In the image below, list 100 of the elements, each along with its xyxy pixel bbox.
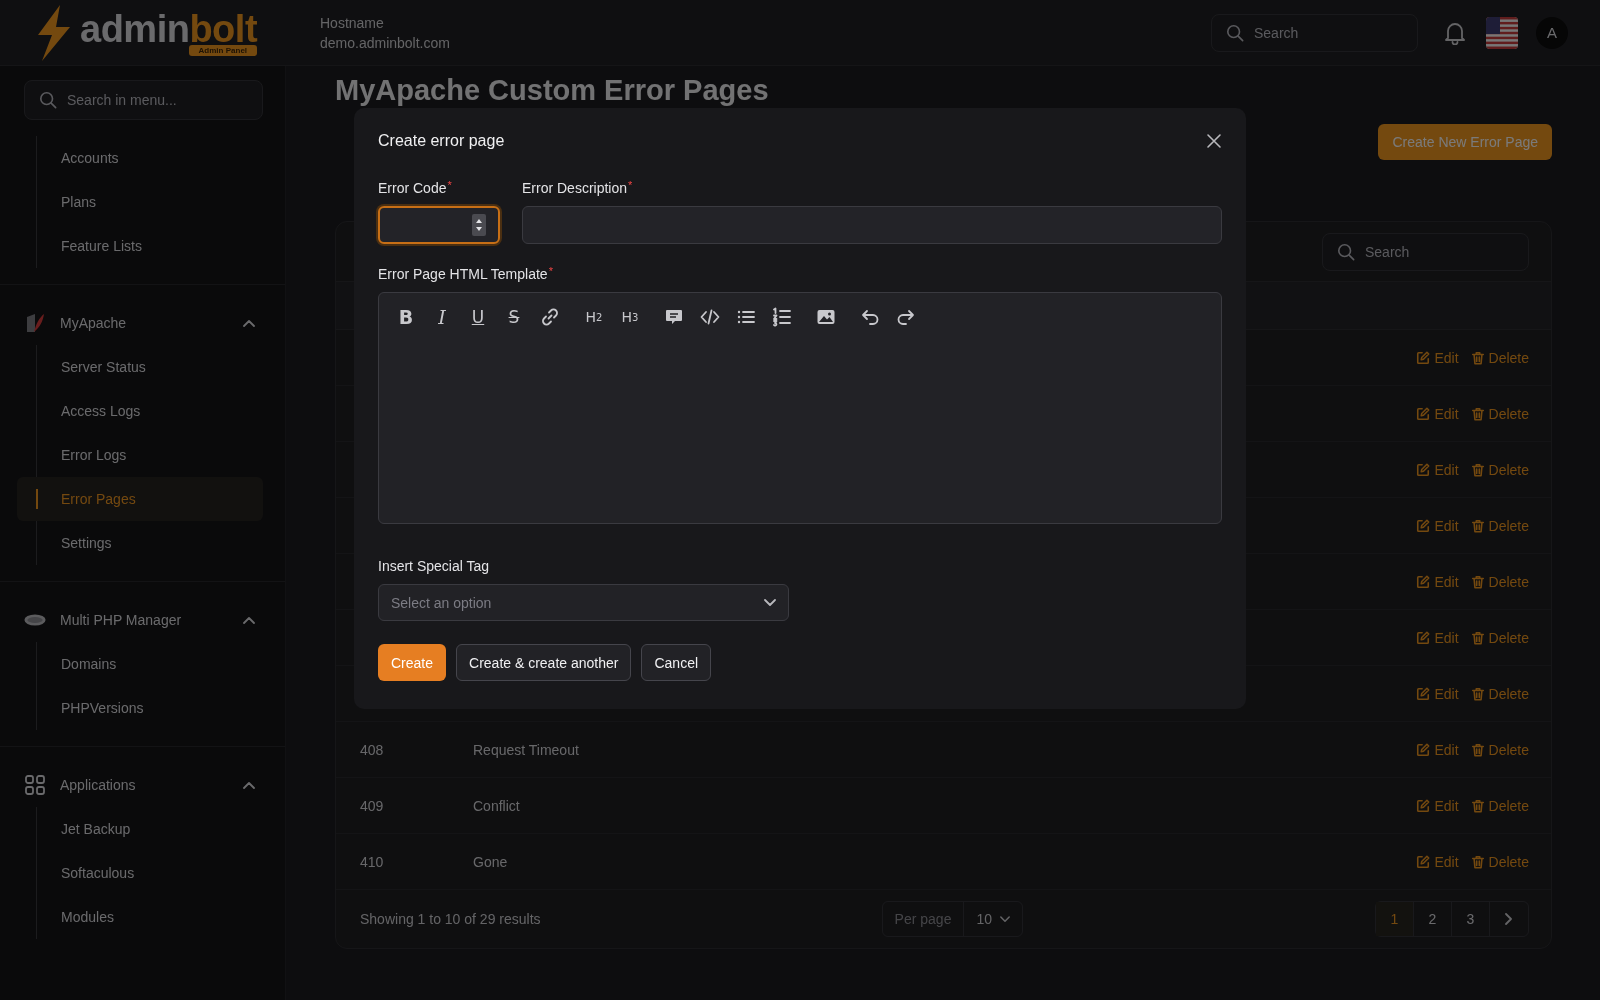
apache-feather-icon	[24, 312, 46, 334]
search-icon	[1337, 242, 1355, 261]
hostname-label: Hostname	[320, 14, 385, 31]
page-title: MyApache Custom Error Pages	[335, 74, 769, 107]
trash-icon	[1470, 854, 1485, 869]
menu-search-field[interactable]: Search in menu...	[24, 80, 263, 120]
edit-link[interactable]: Edit	[1416, 741, 1459, 758]
code-icon[interactable]	[700, 307, 720, 327]
delete-link[interactable]: Delete	[1470, 405, 1529, 422]
delete-link[interactable]: Delete	[1470, 629, 1529, 646]
number-input-field[interactable]	[378, 206, 500, 244]
table-cell-text: Gone	[473, 853, 509, 870]
secondary-button[interactable]: Cancel	[641, 644, 712, 681]
sidebar-item[interactable]: Softaculous	[37, 851, 263, 895]
page-button[interactable]: 1	[1376, 902, 1414, 936]
numbered-list-icon[interactable]	[772, 307, 792, 327]
table-cell-text: Request Timeout	[473, 741, 580, 758]
link-icon[interactable]	[540, 307, 560, 327]
sidebar-item[interactable]: Plans	[37, 180, 263, 224]
field-label: Error Page HTML Template$^{*}$	[378, 266, 554, 282]
sidebar-item[interactable]: Modules	[37, 895, 263, 939]
trash-icon	[1470, 518, 1485, 533]
sidebar-group-header[interactable]: Multi PHP Manager	[0, 598, 285, 642]
required-mark: *	[628, 179, 633, 191]
sidebar-item[interactable]: Settings	[37, 521, 263, 565]
table-search-field[interactable]: Search	[1322, 232, 1529, 271]
edit-link[interactable]: Edit	[1416, 629, 1459, 646]
bold-button[interactable]: B	[391, 305, 421, 329]
delete-link[interactable]: Delete	[1470, 573, 1529, 590]
field-label: Error Code$^{*}$	[378, 180, 453, 196]
edit-link[interactable]: Edit	[1416, 517, 1459, 534]
results-summary: Showing 1 to 10 of 29 results	[360, 911, 542, 927]
sidebar-item[interactable]: Accounts	[37, 136, 263, 180]
trash-icon	[1470, 686, 1485, 701]
search-field[interactable]: Search	[1211, 13, 1418, 52]
table-cell-text: Conflict	[473, 797, 521, 814]
chevron-down-icon	[1000, 915, 1010, 923]
user-avatar[interactable]: A	[1536, 16, 1568, 49]
edit-link[interactable]: Edit	[1416, 573, 1459, 590]
field-label: Insert Special Tag	[378, 558, 491, 574]
edit-link[interactable]: Edit	[1416, 461, 1459, 478]
search-icon	[39, 91, 57, 109]
required-mark: *	[548, 265, 553, 277]
image-icon[interactable]	[816, 307, 836, 327]
sidebar-item[interactable]: PHPVersions	[37, 686, 263, 730]
edit-link[interactable]: Edit	[1416, 853, 1459, 870]
trash-icon	[1470, 574, 1485, 589]
delete-link[interactable]: Delete	[1470, 685, 1529, 702]
trash-icon	[1470, 742, 1485, 757]
page-button[interactable]: 2	[1414, 902, 1452, 936]
sidebar-item[interactable]: Error Logs	[37, 433, 263, 477]
trash-icon	[1470, 462, 1485, 477]
delete-link[interactable]: Delete	[1470, 797, 1529, 814]
search-icon	[1226, 23, 1244, 42]
sidebar-group-header[interactable]: Applications	[0, 763, 285, 807]
spinner-arrows-icon	[472, 214, 486, 236]
redo-icon[interactable]	[896, 307, 916, 327]
sidebar-item[interactable]: Jet Backup	[37, 807, 263, 851]
delete-link[interactable]: Delete	[1470, 741, 1529, 758]
page-button[interactable]: 3	[1452, 902, 1490, 936]
secondary-button[interactable]: Create & create another	[456, 644, 632, 681]
chevron-right-icon	[1505, 913, 1513, 925]
undo-icon[interactable]	[860, 307, 880, 327]
bell-icon[interactable]	[1444, 20, 1466, 45]
speech-bubble-icon[interactable]	[664, 307, 684, 327]
field-label: Error Description$^{*}$	[522, 180, 634, 196]
select-dropdown[interactable]: Select an option	[378, 584, 789, 621]
edit-link[interactable]: Edit	[1416, 349, 1459, 366]
table-cell-text: 410	[360, 853, 385, 870]
create-button[interactable]: Create	[378, 644, 447, 681]
logo-badge: Admin Panel	[188, 45, 258, 56]
delete-link[interactable]: Delete	[1470, 349, 1529, 366]
sidebar-item[interactable]: Domains	[37, 642, 263, 686]
sidebar-item[interactable]: Server Status	[37, 345, 263, 389]
edit-link[interactable]: Edit	[1416, 797, 1459, 814]
sidebar-group-header[interactable]: MyApache	[0, 301, 285, 345]
text-input-field[interactable]	[522, 206, 1222, 244]
per-page-select[interactable]: Per page 10	[881, 901, 1023, 937]
trash-icon	[1470, 630, 1485, 645]
sidebar-item[interactable]: Error Pages	[17, 477, 263, 521]
sidebar-item[interactable]: Feature Lists	[37, 224, 263, 268]
edit-link[interactable]: Edit	[1416, 685, 1459, 702]
chevron-down-icon	[764, 598, 776, 607]
required-mark: *	[447, 179, 452, 191]
edit-link[interactable]: Edit	[1416, 405, 1459, 422]
trash-icon	[1470, 350, 1485, 365]
delete-link[interactable]: Delete	[1470, 517, 1529, 534]
modal-title: Create error page	[378, 132, 505, 150]
sidebar-item[interactable]: Access Logs	[37, 389, 263, 433]
trash-icon	[1470, 406, 1485, 421]
delete-link[interactable]: Delete	[1470, 461, 1529, 478]
close-icon[interactable]	[1206, 133, 1222, 149]
hostname-value: demo.adminbolt.com	[320, 34, 450, 51]
create-new-button[interactable]: Create New Error Page	[1378, 124, 1552, 160]
table-cell-text: 408	[360, 741, 385, 758]
flag-icon[interactable]	[1486, 16, 1518, 49]
delete-link[interactable]: Delete	[1470, 853, 1529, 870]
italic-button[interactable]: I	[427, 305, 457, 329]
underline-button[interactable]: U	[463, 305, 493, 329]
strikethrough-button[interactable]: S	[499, 305, 529, 329]
